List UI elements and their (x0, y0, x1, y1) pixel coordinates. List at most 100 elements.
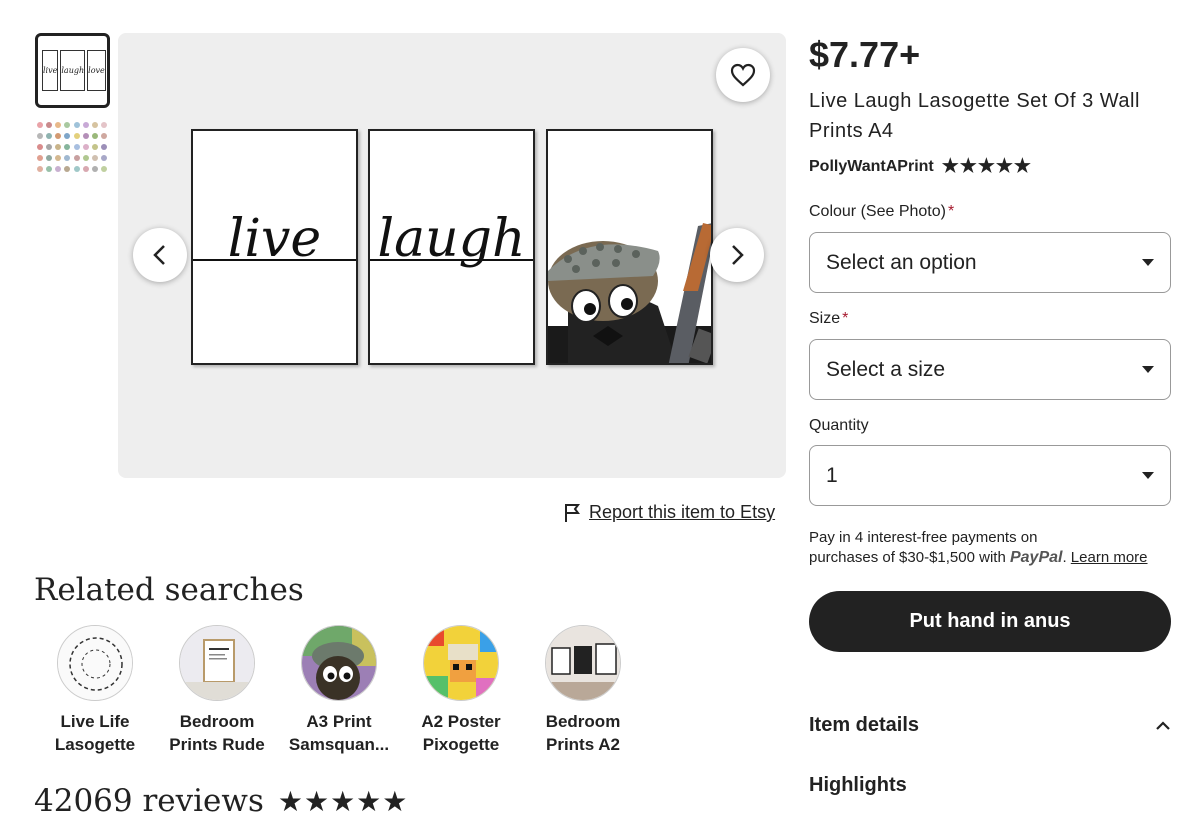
color-swatch-dot (46, 122, 53, 128)
color-swatch-dot (82, 166, 89, 172)
color-swatch-dot (37, 122, 43, 128)
thumbnail-word: love (87, 50, 106, 91)
related-search-image (545, 625, 621, 701)
chevron-left-icon (153, 245, 165, 265)
color-swatch-dot (55, 144, 62, 150)
color-swatch-dot (46, 144, 53, 150)
colour-select[interactable]: Select an option (809, 232, 1171, 293)
shop-info: PollyWantAPrint ★★★★★ (809, 155, 1032, 178)
report-item-link[interactable]: Report this item to Etsy (563, 502, 775, 523)
color-swatch-dot (82, 155, 89, 161)
related-searches-list: Live Life Lasogette Bedroom Prints Rude (34, 625, 644, 756)
required-mark: * (947, 203, 955, 220)
caret-down-icon (1142, 366, 1154, 373)
related-search-item[interactable]: Bedroom Prints A2 (522, 625, 644, 756)
quantity-select[interactable]: 1 (809, 445, 1171, 506)
poster-text: laugh (377, 209, 526, 269)
favorite-button[interactable] (716, 48, 770, 102)
item-details-toggle[interactable]: Item details (809, 714, 1171, 737)
caret-down-icon (1142, 259, 1154, 266)
color-swatch-dot (37, 155, 43, 161)
color-swatch-dot (73, 155, 80, 161)
size-label: Size * (809, 310, 848, 328)
color-swatch-dot (82, 122, 89, 128)
color-swatch-dot (55, 122, 62, 128)
related-search-label: A2 Poster Pixogette (421, 712, 501, 754)
color-swatch-dot (64, 122, 71, 128)
related-search-label: Bedroom Prints Rude (169, 712, 265, 754)
required-mark: * (842, 310, 849, 327)
related-search-item[interactable]: Live Life Lasogette (34, 625, 156, 756)
caret-down-icon (1142, 472, 1154, 479)
color-swatch-dot (100, 144, 107, 150)
item-details-label: Item details (809, 714, 920, 736)
reviews-stars: ★★★★★ (277, 785, 409, 817)
color-swatch-dot (91, 166, 98, 172)
thumbnail-2[interactable] (35, 116, 110, 191)
color-swatch-dot (46, 133, 53, 139)
color-swatch-dot (64, 133, 71, 139)
color-swatch-dot (46, 155, 53, 161)
color-swatch-dot (55, 155, 62, 161)
color-swatch-dot (100, 133, 107, 139)
poster-live: live (191, 129, 358, 365)
poster-laugh: laugh (368, 129, 535, 365)
color-swatch-dot (82, 144, 89, 150)
color-swatch-dot (55, 133, 62, 139)
paypal-line-1: Pay in 4 interest-free payments on (809, 529, 1038, 546)
related-search-item[interactable]: A3 Print Samsquan... (278, 625, 400, 756)
thumbnail-1[interactable]: live laugh love (35, 33, 110, 108)
shop-rating-stars: ★★★★★ (941, 156, 1032, 177)
related-search-label: A3 Print Samsquan... (288, 712, 390, 754)
thumbnail-word: live (42, 50, 59, 91)
size-label-text: Size (809, 310, 841, 327)
learn-more-link[interactable]: Learn more (1071, 549, 1148, 566)
related-search-image (179, 625, 255, 701)
related-search-image (423, 625, 499, 701)
related-search-item[interactable]: A2 Poster Pixogette (400, 625, 522, 756)
related-search-label: Bedroom Prints A2 (545, 712, 621, 754)
color-swatch-dot (64, 155, 71, 161)
color-swatch-dot (91, 144, 98, 150)
related-search-image (301, 625, 377, 701)
related-search-label: Live Life Lasogette (54, 712, 136, 754)
color-swatch-dot (100, 155, 107, 161)
color-swatch-dot (91, 122, 98, 128)
paypal-line-2: purchases of $30-$1,500 with (809, 549, 1006, 566)
report-label: Report this item to Etsy (589, 502, 776, 522)
color-swatch-dot (64, 144, 71, 150)
main-product-image: live laugh (118, 33, 786, 478)
color-swatch-dot (55, 166, 62, 172)
highlights-heading: Highlights (809, 774, 907, 796)
related-search-image (57, 625, 133, 701)
color-swatch-dot (91, 133, 98, 139)
poster-text: live (227, 209, 322, 269)
price: $7.77+ (809, 34, 921, 75)
reviews-summary: 42069 reviews ★★★★★ (34, 783, 408, 819)
color-swatch-dot (37, 133, 43, 139)
color-swatch-dot (64, 166, 71, 172)
color-swatch-dot (73, 166, 80, 172)
product-title: Live Laugh Lasogette Set Of 3 Wall Print… (809, 90, 1140, 142)
previous-image-button[interactable] (133, 228, 187, 282)
related-searches-title: Related searches (34, 572, 304, 608)
reviews-count: 42069 reviews (34, 783, 264, 819)
color-swatch-dot (37, 166, 43, 172)
color-swatch-grid (37, 122, 108, 172)
quantity-label: Quantity (809, 417, 869, 434)
color-swatch-dot (91, 155, 98, 161)
character-illustration (548, 223, 711, 363)
color-swatch-dot (100, 122, 107, 128)
add-to-cart-button[interactable]: Put hand in anus (809, 591, 1171, 652)
colour-select-value: Select an option (826, 250, 977, 274)
colour-label: Colour (See Photo) * (809, 203, 954, 221)
color-swatch-dot (37, 144, 43, 150)
next-image-button[interactable] (710, 228, 764, 282)
flag-icon (565, 503, 580, 522)
shop-name[interactable]: PollyWantAPrint (809, 158, 934, 176)
heart-icon (730, 63, 756, 87)
related-search-item[interactable]: Bedroom Prints Rude (156, 625, 278, 756)
color-swatch-dot (46, 166, 53, 172)
size-select[interactable]: Select a size (809, 339, 1171, 400)
chevron-up-icon (1156, 720, 1170, 730)
